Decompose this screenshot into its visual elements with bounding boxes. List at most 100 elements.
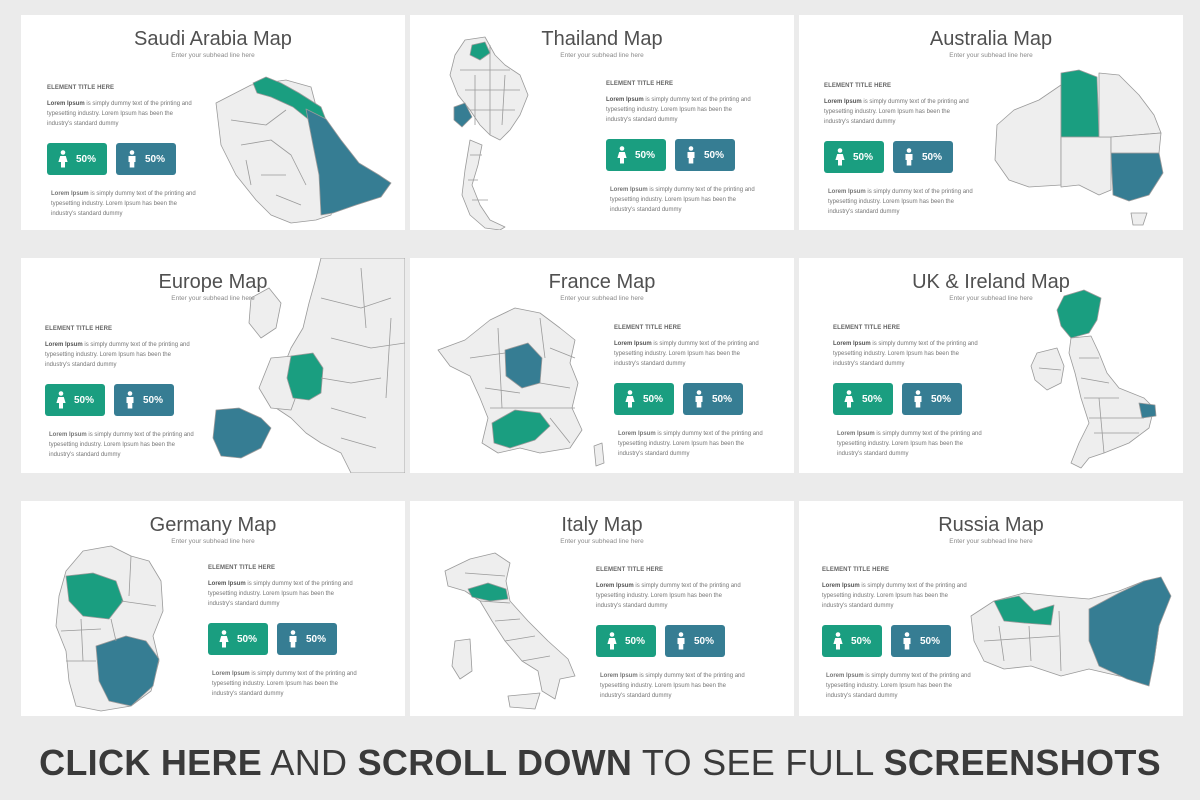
card-subtitle: Enter your subhead line here <box>949 52 1033 59</box>
stat-row: 50% 50% <box>614 383 764 415</box>
female-stat-button[interactable]: 50% <box>614 383 674 415</box>
card-title: France Map <box>548 271 656 293</box>
female-stat-button[interactable]: 50% <box>47 143 107 175</box>
male-person-icon <box>905 148 913 166</box>
female-stat-button[interactable]: 50% <box>208 623 268 655</box>
text-column: ELEMENT TITLE HERE Lorem Ipsum is simply… <box>596 567 746 701</box>
body-lead: Lorem Ipsum <box>822 583 860 589</box>
female-person-icon <box>219 630 229 648</box>
male-stat-button[interactable]: 50% <box>116 143 176 175</box>
card-subtitle: Enter your subhead line here <box>171 538 255 545</box>
card-russia[interactable]: Russia Map Enter your subhead line here … <box>799 501 1183 716</box>
map-region <box>1060 136 1112 196</box>
map-region <box>1110 132 1162 154</box>
stat-row: 50% 50% <box>208 623 358 655</box>
female-stat-button[interactable]: 50% <box>824 141 884 173</box>
male-person-icon <box>128 150 136 168</box>
male-stat-value: 50% <box>693 635 714 647</box>
map-region <box>1068 335 1155 469</box>
female-stat-value: 50% <box>850 635 871 647</box>
cta-banner[interactable]: CLICK HERE AND SCROLL DOWN TO SEE FULL S… <box>0 742 1200 784</box>
male-stat-button[interactable]: 50% <box>893 141 953 173</box>
bottom-lead: Lorem Ipsum <box>828 189 866 195</box>
female-person-icon <box>833 632 843 650</box>
bottom-lead: Lorem Ipsum <box>618 431 656 437</box>
male-stat-button[interactable]: 50% <box>665 625 725 657</box>
text-column: ELEMENT TITLE HERE Lorem Ipsum is simply… <box>45 326 195 460</box>
male-stat-button[interactable]: 50% <box>683 383 743 415</box>
map-region-highlight-green <box>286 352 324 401</box>
map-region <box>451 638 473 680</box>
male-person-icon <box>695 390 703 408</box>
male-person-icon <box>914 390 922 408</box>
male-stat-value: 50% <box>930 393 951 405</box>
card-italy[interactable]: Italy Map Enter your subhead line here E… <box>410 501 794 716</box>
card-title: Europe Map <box>158 271 268 293</box>
stat-row: 50% 50% <box>45 384 195 416</box>
text-column: ELEMENT TITLE HERE Lorem Ipsum is simply… <box>208 565 358 699</box>
female-stat-value: 50% <box>642 393 663 405</box>
male-stat-value: 50% <box>919 635 940 647</box>
body-text: Lorem Ipsum is simply dummy text of the … <box>833 339 983 369</box>
map-region <box>994 84 1062 188</box>
male-stat-value: 50% <box>703 149 724 161</box>
card-germany[interactable]: Germany Map Enter your subhead line here… <box>21 501 405 716</box>
card-subtitle: Enter your subhead line here <box>171 52 255 59</box>
map-region-highlight-blue <box>1110 152 1164 202</box>
cta-click-here[interactable]: CLICK HERE <box>39 742 262 783</box>
female-stat-button[interactable]: 50% <box>822 625 882 657</box>
card-australia[interactable]: Australia Map Enter your subhead line he… <box>799 15 1183 230</box>
female-stat-value: 50% <box>73 394 94 406</box>
card-saudi-arabia[interactable]: Saudi Arabia Map Enter your subhead line… <box>21 15 405 230</box>
male-stat-button[interactable]: 50% <box>277 623 337 655</box>
male-stat-value: 50% <box>711 393 732 405</box>
card-uk-ireland[interactable]: UK & Ireland Map Enter your subhead line… <box>799 258 1183 473</box>
female-stat-button[interactable]: 50% <box>833 383 893 415</box>
element-title: ELEMENT TITLE HERE <box>596 567 664 573</box>
card-title: Australia Map <box>929 28 1053 50</box>
female-stat-value: 50% <box>75 153 96 165</box>
bottom-text: Lorem Ipsum is simply dummy text of the … <box>614 429 764 459</box>
element-title: ELEMENT TITLE HERE <box>208 565 276 571</box>
female-stat-button[interactable]: 50% <box>606 139 666 171</box>
female-person-icon <box>56 391 66 409</box>
body-text: Lorem Ipsum is simply dummy text of the … <box>824 97 974 127</box>
male-person-icon <box>126 391 134 409</box>
male-stat-button[interactable]: 50% <box>891 625 951 657</box>
map-region <box>1098 72 1162 138</box>
body-lead: Lorem Ipsum <box>614 341 652 347</box>
element-title: ELEMENT TITLE HERE <box>614 325 682 331</box>
male-stat-button[interactable]: 50% <box>675 139 735 171</box>
female-person-icon <box>844 390 854 408</box>
body-text: Lorem Ipsum is simply dummy text of the … <box>45 340 195 370</box>
body-text: Lorem Ipsum is simply dummy text of the … <box>596 581 746 611</box>
body-lead: Lorem Ipsum <box>824 99 862 105</box>
card-subtitle: Enter your subhead line here <box>949 538 1033 545</box>
card-europe[interactable]: Europe Map Enter your subhead line here … <box>21 258 405 473</box>
male-stat-button[interactable]: 50% <box>902 383 962 415</box>
body-text: Lorem Ipsum is simply dummy text of the … <box>822 581 972 611</box>
card-title: Germany Map <box>149 514 277 536</box>
bottom-text: Lorem Ipsum is simply dummy text of the … <box>824 187 974 217</box>
female-person-icon <box>835 148 845 166</box>
female-stat-value: 50% <box>236 633 257 645</box>
map-region <box>461 139 506 230</box>
body-text: Lorem Ipsum is simply dummy text of the … <box>208 579 358 609</box>
card-subtitle: Enter your subhead line here <box>560 52 644 59</box>
male-person-icon <box>289 630 297 648</box>
female-stat-button[interactable]: 50% <box>45 384 105 416</box>
bottom-text: Lorem Ipsum is simply dummy text of the … <box>596 671 746 701</box>
element-title: ELEMENT TITLE HERE <box>47 85 115 91</box>
card-subtitle: Enter your subhead line here <box>171 295 255 302</box>
text-column: ELEMENT TITLE HERE Lorem Ipsum is simply… <box>606 81 756 215</box>
card-france[interactable]: France Map Enter your subhead line here … <box>410 258 794 473</box>
cta-scroll-down: SCROLL DOWN <box>357 742 633 783</box>
text-column: ELEMENT TITLE HERE Lorem Ipsum is simply… <box>833 325 983 459</box>
male-stat-button[interactable]: 50% <box>114 384 174 416</box>
card-title: Thailand Map <box>541 28 663 50</box>
card-thailand[interactable]: Thailand Map Enter your subhead line her… <box>410 15 794 230</box>
female-stat-button[interactable]: 50% <box>596 625 656 657</box>
male-person-icon <box>903 632 911 650</box>
stat-row: 50% 50% <box>606 139 756 171</box>
cta-to-see-full: TO SEE FULL <box>632 742 884 783</box>
